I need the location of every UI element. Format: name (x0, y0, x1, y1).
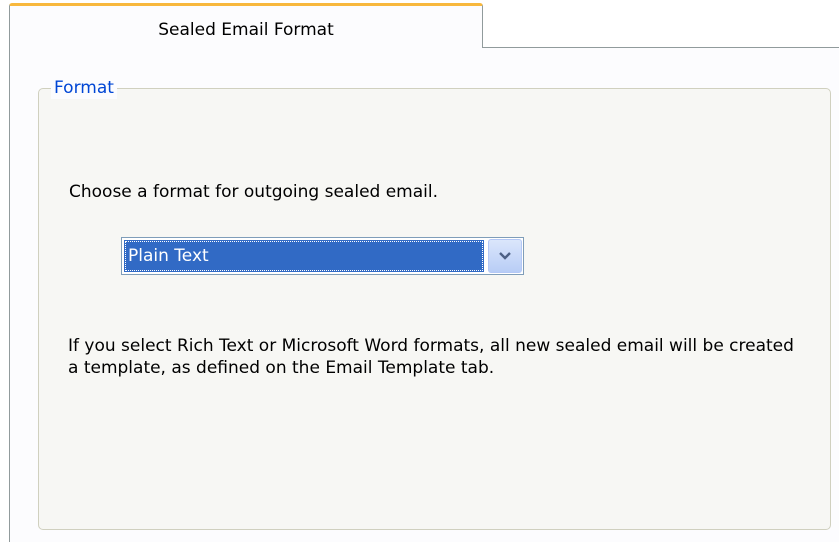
format-select[interactable]: Plain Text (121, 237, 524, 275)
tab-strip-divider (483, 47, 839, 48)
format-instruction-text: Choose a format for outgoing sealed emai… (69, 182, 439, 202)
tab-sealed-email-format[interactable]: Sealed Email Format (9, 3, 483, 48)
format-select-dropdown-button[interactable] (488, 239, 522, 273)
format-group-box: Format Choose a format for outgoing seal… (38, 77, 831, 530)
chevron-down-icon (499, 252, 511, 260)
format-select-value[interactable]: Plain Text (124, 240, 484, 272)
tab-page: Format Choose a format for outgoing seal… (9, 47, 839, 542)
tab-label: Sealed Email Format (158, 20, 334, 40)
format-note-text: If you select Rich Text or Microsoft Wor… (68, 336, 794, 378)
format-group-legend: Format (51, 77, 117, 99)
dialog-root: Sealed Email Format Format Choose a form… (0, 0, 839, 542)
